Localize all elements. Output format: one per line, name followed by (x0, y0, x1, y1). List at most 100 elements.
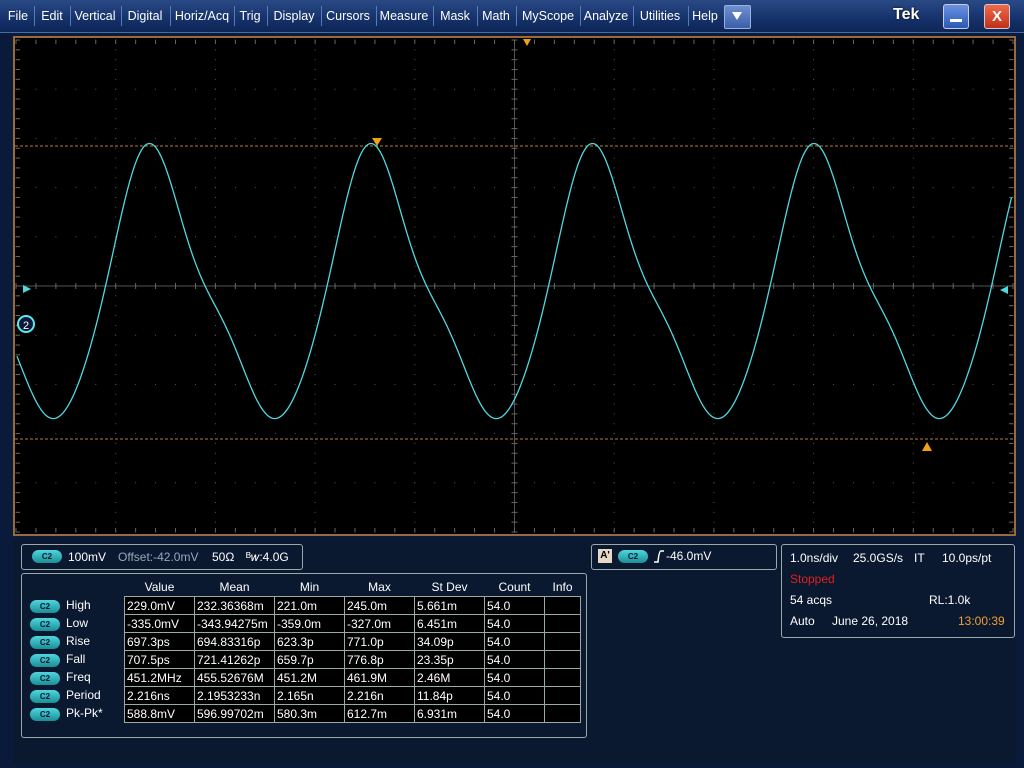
grid-dot (35, 482, 37, 484)
grid-dot (613, 305, 615, 307)
grid-dot (414, 472, 416, 474)
trigger-readout[interactable]: A' C2 -46.0mV (591, 544, 777, 570)
grid-dot (813, 59, 815, 61)
grid-dot (713, 482, 715, 484)
record-length: RL:1.0k (929, 593, 971, 607)
grid-dot (214, 295, 216, 297)
measurement-row[interactable]: C2 Rise 697.3ps 694.83316p 623.3p 771.0p 34.09… (28, 632, 581, 651)
grid-dot (912, 393, 914, 395)
channel-2-marker[interactable]: 2 (17, 315, 35, 333)
grid-dot (314, 511, 316, 513)
measurement-label: C2 Fall (28, 651, 125, 669)
menu-horiz-acq[interactable]: Horiz/Acq (172, 0, 232, 32)
grid-dot (912, 236, 914, 238)
grid-dot (175, 334, 177, 336)
menu-trig[interactable]: Trig (236, 0, 264, 32)
channel-badge: C2 (32, 550, 62, 563)
waveform-display[interactable]: 2 (13, 36, 1016, 536)
grid-dot (274, 187, 276, 189)
grid-dot (394, 383, 396, 385)
measurement-row[interactable]: C2 Fall 707.5ps 721.41262p 659.7p 776.8p 23.35… (28, 650, 581, 669)
trigger-position-marker[interactable] (523, 39, 531, 46)
grid-dot (693, 334, 695, 336)
grid-dot (813, 49, 815, 51)
grid-dot (872, 137, 874, 139)
menu-digital[interactable]: Digital (123, 0, 167, 32)
menu-display[interactable]: Display (269, 0, 319, 32)
resolution: 10.0ps/pt (942, 551, 992, 565)
measurement-source-badge[interactable]: C2 (30, 617, 60, 631)
grid-dot (852, 137, 854, 139)
grid-dot (733, 88, 735, 90)
grid-dot (753, 137, 755, 139)
grid-dot (414, 246, 416, 248)
trigger-level-arrow[interactable] (1000, 286, 1008, 294)
channel-readout[interactable]: C2 100mV Offset:-42.0mV 50Ω ᴮ𝑤:4.0G (21, 544, 303, 570)
menu-math[interactable]: Math (479, 0, 513, 32)
grid-dot (115, 364, 117, 366)
grid-dot (414, 59, 416, 61)
grid-dot (952, 383, 954, 385)
measurement-row[interactable]: C2 Period 2.216ns 2.1953233n 2.165n 2.216n 11.… (28, 686, 581, 705)
close-button[interactable]: X (984, 4, 1010, 29)
menu-cursors[interactable]: Cursors (323, 0, 373, 32)
measurement-row[interactable]: C2 Freq 451.2MHz 455.52676M 451.2M 461.9M 2.46… (28, 668, 581, 687)
grid-dot (234, 334, 236, 336)
menu-dropdown-button[interactable] (724, 5, 751, 29)
menu-help[interactable]: Help (690, 0, 720, 32)
menu-analyze[interactable]: Analyze (582, 0, 630, 32)
menu-vertical[interactable]: Vertical (72, 0, 118, 32)
header-value: Value (144, 580, 175, 594)
grid-dot (992, 187, 994, 189)
menu-file[interactable]: File (4, 0, 32, 32)
grid-dot (374, 187, 376, 189)
measurement-source-badge[interactable]: C2 (30, 689, 60, 703)
measurement-row[interactable]: C2 High 229.0mV 232.36368m 221.0m 245.0m 5.661… (28, 596, 581, 615)
menu-utilities[interactable]: Utilities (635, 0, 685, 32)
grid-dot (613, 137, 615, 139)
measurement-source-badge[interactable]: C2 (30, 599, 60, 613)
menu-mask[interactable]: Mask (435, 0, 475, 32)
grid-dot (813, 462, 815, 464)
measurement-source-badge[interactable]: C2 (30, 635, 60, 649)
grid-dot (414, 492, 416, 494)
grid-dot (394, 236, 396, 238)
grid-dot (414, 315, 416, 317)
vertical-scale: 100mV (68, 550, 107, 564)
grid-dot (414, 383, 416, 385)
minimize-button[interactable] (943, 4, 969, 29)
grid-dot (633, 88, 635, 90)
grid-dot (713, 501, 715, 503)
grid-dot (115, 354, 117, 356)
measurement-row[interactable]: C2 Pk-Pk* 588.8mV 596.99702m 580.3m 612.7m 6.9… (28, 704, 581, 723)
grid-dot (613, 324, 615, 326)
grid-dot (115, 334, 117, 336)
grid-dot (912, 265, 914, 267)
measurement-table[interactable]: Value Mean Min Max St Dev Count Info C2 H… (21, 573, 587, 738)
measurement-source-badge[interactable]: C2 (30, 653, 60, 667)
menu-measure[interactable]: Measure (378, 0, 430, 32)
measurement-row[interactable]: C2 Low -335.0mV -343.94275m -359.0m -327.0m 6.… (28, 614, 581, 633)
grid-dot (414, 137, 416, 139)
measurement-source-badge[interactable]: C2 (30, 707, 60, 721)
grid-dot (414, 88, 416, 90)
grid-dot (892, 137, 894, 139)
grid-dot (115, 393, 117, 395)
grid-dot (813, 147, 815, 149)
header-info: Info (552, 580, 573, 594)
grid-dot (912, 295, 914, 297)
menu-edit[interactable]: Edit (36, 0, 68, 32)
menu-myscope[interactable]: MyScope (518, 0, 578, 32)
measurement-source-badge[interactable]: C2 (30, 671, 60, 685)
grid-dot (55, 88, 57, 90)
grid-dot (992, 433, 994, 435)
grid-dot (414, 364, 416, 366)
horizontal-readout[interactable]: 1.0ns/div 25.0GS/s IT 10.0ps/pt Stopped … (781, 544, 1015, 638)
grid-dot (35, 88, 37, 90)
grid-dot (155, 334, 157, 336)
grid-dot (314, 98, 316, 100)
grid-dot (214, 98, 216, 100)
grid-dot (613, 226, 615, 228)
grid-dot (414, 196, 416, 198)
grid-dot (912, 157, 914, 159)
